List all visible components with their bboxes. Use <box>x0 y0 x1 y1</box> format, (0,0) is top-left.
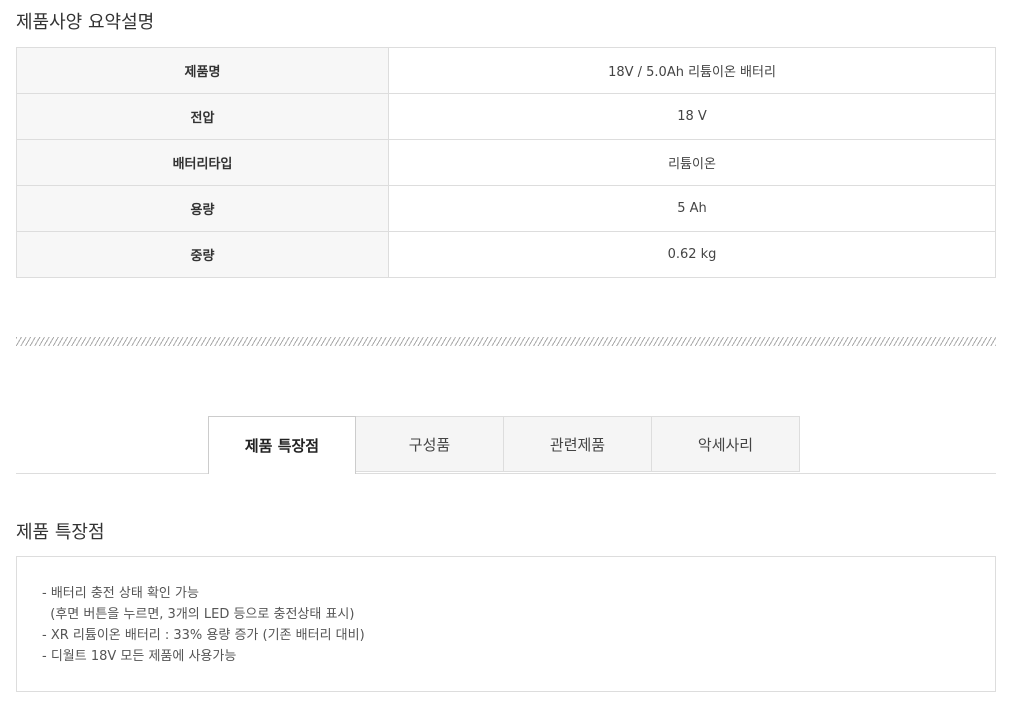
feature-line: - 배터리 충전 상태 확인 가능 <box>42 586 199 601</box>
spec-label: 중량 <box>16 231 389 278</box>
tab-related-products[interactable]: 관련제품 <box>504 416 652 472</box>
features-box: - 배터리 충전 상태 확인 가능 (후면 버튼을 누르면, 3개의 LED 등… <box>16 556 996 692</box>
table-row: 배터리타입 리튬이온 <box>16 139 996 186</box>
spec-value: 18V / 5.0Ah 리튬이온 배터리 <box>388 47 996 94</box>
feature-line: (후면 버튼을 누르면, 3개의 LED 등으로 충전상태 표시) <box>42 607 355 622</box>
table-row: 용량 5 Ah <box>16 185 996 232</box>
spec-summary-title: 제품사양 요약설명 <box>16 12 155 33</box>
product-tabs: 제품 특장점 구성품 관련제품 악세사리 <box>208 416 800 474</box>
spec-value: 리튬이온 <box>388 139 996 186</box>
feature-line: - XR 리튬이온 배터리 : 33% 용량 증가 (기존 배터리 대비) <box>42 628 365 643</box>
tab-accessories[interactable]: 악세사리 <box>652 416 800 472</box>
tab-features[interactable]: 제품 특장점 <box>208 416 356 474</box>
feature-line: - 디월트 18V 모든 제품에 사용가능 <box>42 649 237 664</box>
spec-label: 제품명 <box>16 47 389 94</box>
tab-components[interactable]: 구성품 <box>356 416 504 472</box>
table-row: 전압 18 V <box>16 93 996 140</box>
hatched-divider <box>16 337 996 346</box>
spec-label: 용량 <box>16 185 389 232</box>
spec-label: 전압 <box>16 93 389 140</box>
spec-label: 배터리타입 <box>16 139 389 186</box>
table-row: 중량 0.62 kg <box>16 231 996 278</box>
spec-value: 0.62 kg <box>388 231 996 278</box>
spec-value: 5 Ah <box>388 185 996 232</box>
table-row: 제품명 18V / 5.0Ah 리튬이온 배터리 <box>16 47 996 94</box>
spec-table: 제품명 18V / 5.0Ah 리튬이온 배터리 전압 18 V 배터리타입 리… <box>16 47 996 278</box>
features-title: 제품 특장점 <box>16 522 105 543</box>
spec-value: 18 V <box>388 93 996 140</box>
